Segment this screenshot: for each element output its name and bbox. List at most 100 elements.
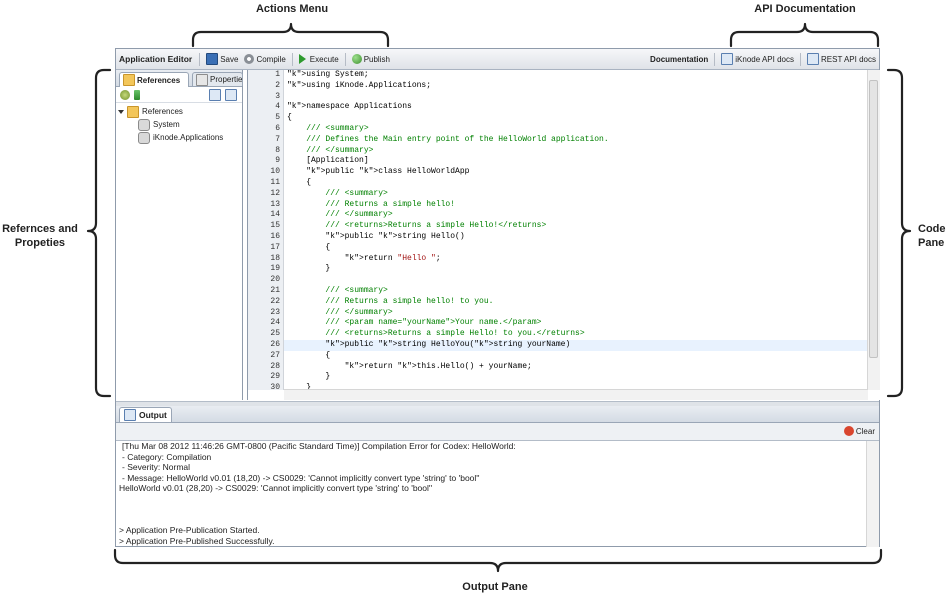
output-line: [Thu Mar 08 2012 11:46:26 GMT-0800 (Paci… — [122, 441, 516, 451]
brace-references — [86, 68, 112, 398]
brace-code-pane — [886, 68, 912, 398]
play-icon — [298, 54, 306, 64]
code-line: { — [287, 113, 292, 123]
output-line: - Severity: Normal — [122, 462, 191, 472]
line-number: 27 — [270, 350, 280, 360]
line-number: 5 — [275, 113, 280, 123]
code-horizontal-scrollbar[interactable] — [284, 389, 868, 400]
code-line: } — [287, 372, 331, 382]
code-line: } — [287, 264, 331, 274]
tree-node-label: References — [142, 107, 183, 116]
code-vertical-scrollbar[interactable] — [867, 70, 880, 390]
line-number: 3 — [275, 91, 280, 101]
toolbar-separator — [800, 52, 801, 66]
application-editor-window: Application Editor Save Compile Execute … — [115, 48, 880, 547]
references-tree: References System iKnode.Applications — [116, 103, 242, 144]
line-number: 15 — [270, 221, 280, 231]
arrow-up-icon[interactable] — [134, 89, 140, 100]
code-line: { — [287, 350, 331, 360]
line-number: 18 — [270, 253, 280, 263]
output-line: - Category: Compilation — [122, 451, 212, 462]
clear-button[interactable]: Clear — [843, 426, 875, 436]
save-label: Save — [220, 54, 239, 64]
tab-properties-label: Properties — [210, 75, 243, 84]
brace-output-pane — [113, 548, 883, 573]
clear-icon — [843, 426, 854, 436]
brace-actions-menu — [191, 22, 390, 48]
iknode-api-docs-link[interactable]: iKnode API docs — [718, 51, 797, 67]
documentation-group: Documentation iKnode API docs REST API d… — [650, 51, 879, 67]
code-line: { — [287, 177, 312, 187]
globe-icon — [351, 54, 362, 64]
output-line: > Application Pre-Published Successfully… — [119, 535, 275, 546]
code-line: /// <returns>Returns a simple Hello!</re… — [287, 221, 547, 231]
rest-api-docs-link[interactable]: REST API docs — [804, 51, 879, 67]
tree-node-iknode-applications[interactable]: iKnode.Applications — [116, 131, 242, 144]
save-button[interactable]: Save — [203, 51, 241, 67]
execute-label: Execute — [309, 54, 339, 64]
code-line: "k">using System; — [287, 70, 369, 79]
add-reference-icon[interactable] — [120, 89, 130, 100]
code-line: "k">using iKnode.Applications; — [287, 80, 432, 90]
collapse-triangle-icon[interactable] — [118, 109, 124, 114]
folder-icon — [127, 105, 139, 118]
line-number: 1 — [275, 70, 280, 79]
expand-all-icon[interactable] — [209, 89, 221, 101]
toolbar: Application Editor Save Compile Execute … — [116, 49, 879, 70]
code-line: /// <param name="yourName">Your name.</p… — [287, 318, 542, 328]
tab-output[interactable]: Output — [119, 407, 172, 422]
properties-icon — [196, 73, 208, 86]
output-line: > Application Pre-Publication Started. — [119, 525, 260, 535]
tab-properties[interactable]: Properties — [192, 72, 243, 86]
code-line: /// Defines the Main entry point of the … — [287, 134, 609, 144]
line-number: 22 — [270, 296, 280, 306]
code-line: /// Returns a simple hello! — [287, 199, 456, 209]
line-number: 25 — [270, 329, 280, 339]
iknode-api-docs-label: iKnode API docs — [735, 54, 794, 64]
toolbar-separator — [344, 52, 346, 66]
tree-node-references[interactable]: References — [116, 105, 242, 118]
line-number: 6 — [275, 123, 280, 133]
compile-label: Compile — [256, 54, 286, 64]
brace-api-documentation — [729, 22, 880, 48]
line-number: 13 — [270, 199, 280, 209]
line-number-gutter: 1 2 3 4 5 6 7 8 9 10 11 12 13 14 15 16 17 18 19 20 21 22 23 24 2… — [248, 70, 284, 390]
line-number: 12 — [270, 188, 280, 198]
toolbar-separator — [199, 52, 201, 66]
line-number: 9 — [275, 156, 280, 166]
publish-button[interactable]: Publish — [349, 51, 393, 67]
collapse-all-icon[interactable] — [225, 89, 237, 101]
code-editor[interactable]: 1 2 3 4 5 6 7 8 9 10 11 12 13 14 15 16 17 18 19 20 21 22 23 24 2… — [247, 70, 880, 400]
line-number: 8 — [275, 145, 280, 155]
save-icon — [206, 53, 219, 65]
code-text[interactable]: "k">using System; "k">using iKnode.Applic… — [284, 70, 867, 390]
output-log: [Thu Mar 08 2012 11:46:26 GMT-0800 (Paci… — [116, 441, 867, 547]
code-line: "k">return "k">this.Hello() + yourName; — [344, 361, 532, 371]
document-icon — [807, 53, 819, 65]
line-number: 26 — [270, 339, 280, 349]
line-number: 2 — [275, 80, 280, 90]
compile-button[interactable]: Compile — [241, 51, 288, 67]
execute-button[interactable]: Execute — [296, 51, 342, 67]
code-line: { — [287, 242, 331, 252]
tree-node-system[interactable]: System — [116, 118, 242, 131]
code-line: /// <summary> — [287, 285, 388, 295]
references-toolbar — [116, 87, 242, 103]
console-icon — [124, 409, 136, 421]
code-line: /// </summary> — [287, 145, 374, 155]
code-line: /// Returns a simple hello! to you. — [287, 296, 494, 306]
code-line: "k">public "k">string Hello() — [325, 231, 465, 241]
code-line: "k">public "k">class HelloWorldApp — [306, 167, 470, 177]
line-number: 11 — [270, 177, 280, 187]
code-scrollbar-thumb[interactable] — [869, 80, 878, 358]
folder-icon — [123, 74, 135, 86]
tab-references[interactable]: References — [119, 72, 189, 87]
output-scrollbar[interactable] — [866, 441, 879, 547]
line-number: 4 — [275, 102, 280, 112]
code-line: "k">namespace Applications — [287, 102, 412, 112]
